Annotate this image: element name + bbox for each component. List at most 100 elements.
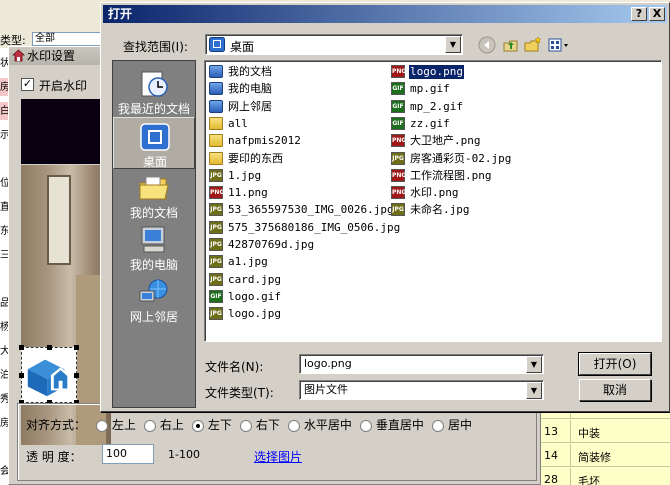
transparency-input[interactable]: 100 (102, 444, 154, 464)
row-decoration: 毛坯 (578, 475, 600, 485)
bg-cell: 三 (0, 250, 8, 261)
chevron-down-icon[interactable]: ▼ (445, 36, 461, 53)
resize-handle[interactable] (19, 373, 24, 378)
chevron-down-icon[interactable]: ▼ (526, 382, 542, 399)
choose-image-link[interactable]: 选择图片 (254, 448, 302, 465)
look-in-select[interactable]: 桌面 ▼ (205, 34, 463, 55)
column-divider (570, 444, 571, 467)
resize-handle[interactable] (47, 345, 52, 350)
watermark-logo-preview[interactable] (19, 345, 79, 405)
desktop-icon (139, 122, 171, 152)
help-button[interactable]: ? (631, 7, 647, 21)
places-item-label: 网上邻居 (129, 310, 178, 324)
file-name: logo.jpg (228, 307, 281, 321)
bg-cell: 品 (0, 298, 8, 309)
up-folder-icon[interactable] (502, 36, 520, 54)
file-name: a1.jpg (228, 255, 268, 269)
alignment-option-label: 右上 (159, 418, 184, 432)
file-type-value: 图片文件 (304, 383, 348, 396)
alignment-option[interactable]: 左上 (95, 416, 136, 433)
radio-button[interactable] (95, 419, 108, 432)
bg-cell (0, 438, 8, 456)
bg-cell: 房 (0, 418, 8, 429)
system-folder-icon (209, 65, 223, 78)
file-name: 大卫地产.png (410, 134, 481, 148)
open-button[interactable]: 打开(O) (578, 352, 652, 376)
table-row: 28 毛坯 (540, 468, 670, 485)
gif-file-icon: GIF (209, 289, 223, 303)
back-icon[interactable] (478, 36, 496, 54)
file-name: 未命名.jpg (410, 203, 470, 217)
enable-watermark-label: 开启水印 (39, 79, 88, 93)
file-name: 要印的东西 (228, 151, 283, 165)
table-row: 14 简装修 (540, 444, 670, 467)
radio-button[interactable] (143, 419, 156, 432)
png-file-icon: PNG (209, 186, 224, 200)
file-name: mp_2.gif (410, 99, 463, 113)
alignment-option[interactable]: 水平居中 (287, 416, 352, 433)
bg-cell: 位 (0, 178, 8, 189)
file-type-label: 文件类型(T): (205, 386, 274, 400)
cancel-button[interactable]: 取消 (579, 379, 651, 401)
file-name: 房客通彩页-02.jpg (410, 151, 512, 165)
file-type-select[interactable]: 图片文件 ▼ (299, 380, 544, 400)
dialog-title-bar: 打开 ? X (103, 5, 667, 23)
file-name: all (228, 116, 248, 130)
preview-dark-area (21, 99, 111, 164)
filter-select[interactable]: 全部 (32, 32, 102, 46)
radio-button[interactable] (431, 419, 444, 432)
dialog-title: 打开 (108, 7, 133, 21)
alignment-option[interactable]: 居中 (431, 416, 472, 433)
radio-button[interactable] (191, 419, 204, 432)
file-name: logo.gif (228, 289, 281, 303)
alignment-option[interactable]: 左下 (191, 416, 232, 433)
file-name: 42870769d.jpg (228, 238, 315, 251)
home-icon (12, 49, 25, 62)
places-item[interactable]: 我的文档 (113, 169, 195, 221)
alignment-option[interactable]: 右下 (239, 416, 280, 433)
png-file-icon: PNG (391, 168, 406, 182)
resize-handle[interactable] (74, 373, 79, 378)
bg-cell: 东 (0, 226, 8, 237)
row-decoration: 简装修 (578, 451, 611, 464)
radio-button[interactable] (239, 419, 252, 432)
my-documents-icon (138, 173, 170, 203)
filter-row: 类型: 全部 (0, 32, 110, 47)
radio-button[interactable] (287, 419, 300, 432)
places-item[interactable]: 我的电脑 (113, 221, 195, 273)
places-item[interactable]: 我最近的文档 (113, 65, 195, 117)
radio-button[interactable] (359, 419, 372, 432)
jpg-file-icon: JPG (209, 238, 223, 251)
checkbox-box[interactable]: ✓ (21, 78, 34, 91)
file-name: 11.png (228, 186, 268, 200)
alignment-option[interactable]: 右上 (143, 416, 184, 433)
file-name: 53_365597530_IMG_0026.jpg (228, 203, 394, 217)
alignment-option-label: 右下 (255, 418, 280, 432)
alignment-option-label: 垂直居中 (375, 418, 424, 432)
view-menu-icon[interactable] (548, 36, 570, 54)
photo-window (47, 175, 71, 265)
file-name: 水印.png (410, 186, 459, 200)
jpg-file-icon: JPG (391, 151, 405, 165)
places-item-label: 我最近的文档 (117, 102, 190, 116)
jpg-file-icon: JPG (391, 203, 405, 217)
alignment-option[interactable]: 垂直居中 (359, 416, 424, 433)
places-item[interactable]: 桌面 (113, 117, 195, 169)
file-name-input[interactable]: logo.png ▼ (299, 354, 544, 374)
resize-handle[interactable] (19, 345, 24, 350)
file-name-label: 文件名(N): (205, 360, 264, 374)
places-item[interactable]: 网上邻居 (113, 273, 195, 325)
places-item-label: 我的电脑 (129, 258, 178, 272)
resize-handle[interactable] (74, 345, 79, 350)
new-folder-icon[interactable] (524, 36, 542, 54)
network-icon (138, 277, 170, 307)
bg-left-column: 状房白示位直东三品杨大泊秀房会 (0, 48, 8, 485)
close-button[interactable]: X (649, 7, 665, 21)
places-item-label: 我的文档 (129, 206, 178, 220)
look-in-label: 查找范围(I): (123, 40, 188, 54)
file-name: 工作流程图.png (410, 168, 492, 182)
bg-cell (0, 270, 8, 288)
chevron-down-icon[interactable]: ▼ (526, 356, 542, 373)
recent-docs-icon (138, 69, 170, 99)
file-list: 我的文档 我的电脑 网上邻居 all nafpmis2012 要印的东西 JPG 1.jpg P… (204, 60, 662, 342)
